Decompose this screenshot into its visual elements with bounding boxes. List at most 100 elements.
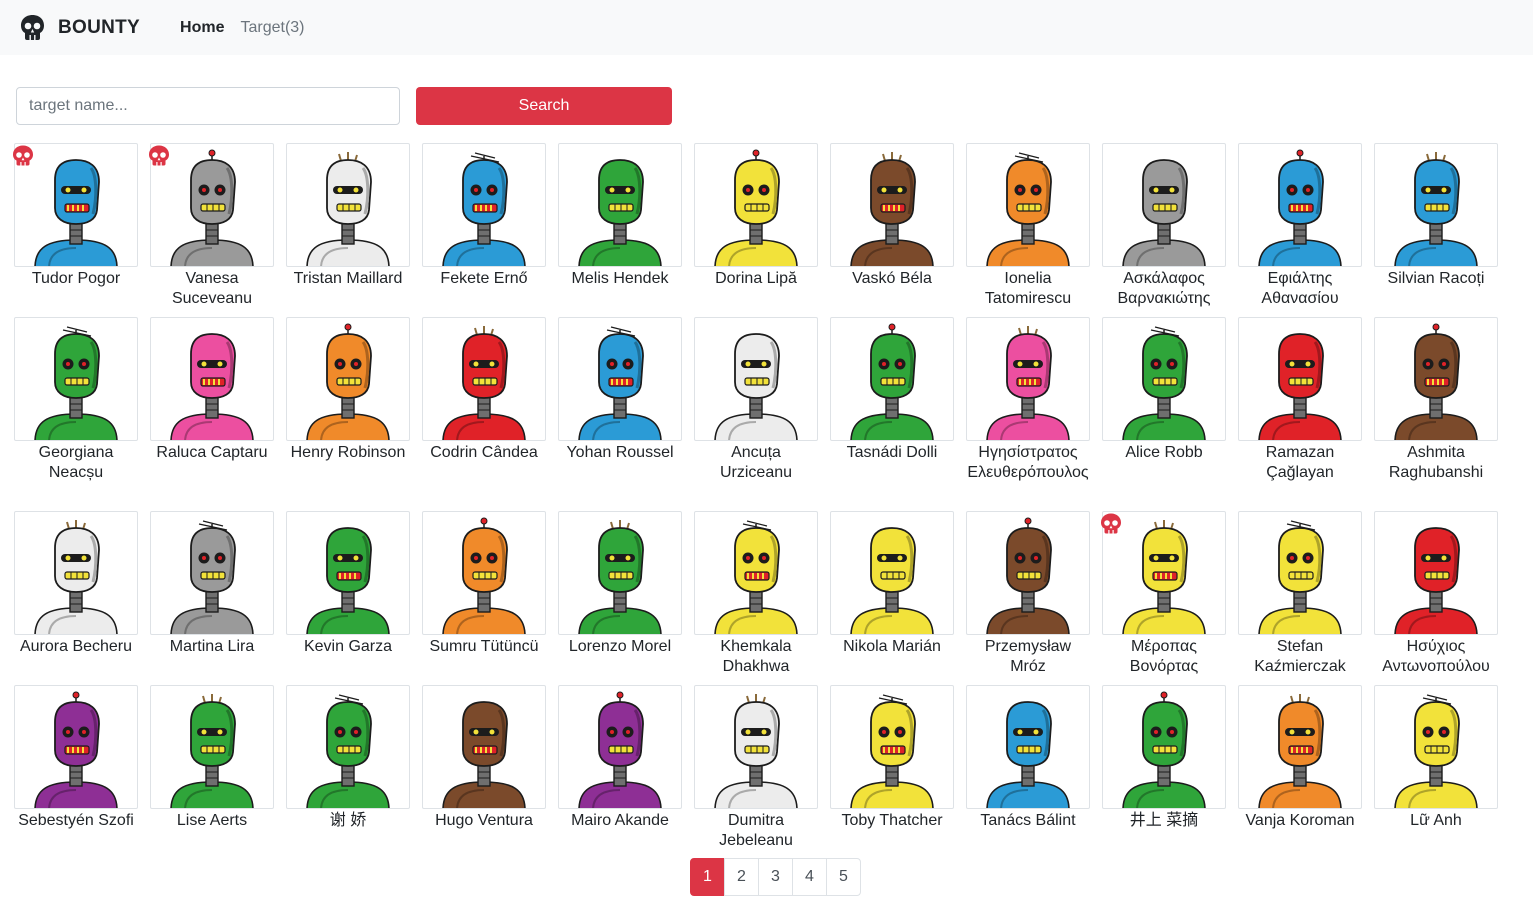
page-1-button[interactable]: 1 [690, 858, 725, 896]
target-card[interactable]: Henry Robinson [286, 317, 410, 463]
page-2-button[interactable]: 2 [724, 858, 759, 896]
search-input[interactable] [16, 87, 400, 125]
robot-avatar[interactable] [694, 511, 818, 635]
robot-avatar[interactable] [694, 685, 818, 809]
robot-avatar[interactable] [150, 317, 274, 441]
target-card[interactable]: Melis Hendek [558, 143, 682, 289]
robot-avatar[interactable] [1102, 317, 1226, 441]
robot-avatar[interactable] [694, 317, 818, 441]
robot-avatar[interactable] [422, 143, 546, 267]
target-card[interactable]: Fekete Ernő [422, 143, 546, 289]
target-card[interactable]: Nikola Marián [830, 511, 954, 657]
robot-avatar[interactable] [1374, 143, 1498, 267]
target-card[interactable]: 谢 娇 [286, 685, 410, 831]
nav-link-target[interactable]: Target(3) [240, 19, 304, 37]
page-3-button[interactable]: 3 [758, 858, 793, 896]
robot-avatar[interactable] [14, 317, 138, 441]
robot-icon [34, 520, 118, 634]
target-card[interactable]: Martina Lira [150, 511, 274, 657]
robot-avatar[interactable] [286, 685, 410, 809]
robot-avatar[interactable] [150, 685, 274, 809]
robot-avatar[interactable] [422, 511, 546, 635]
robot-avatar[interactable] [558, 685, 682, 809]
target-card[interactable]: Aurora Becheru [14, 511, 138, 657]
robot-avatar[interactable] [1374, 317, 1498, 441]
target-card[interactable]: Stefan Kaźmierczak [1238, 511, 1362, 676]
robot-icon [1258, 520, 1342, 634]
target-card[interactable]: Tudor Pogor [13, 143, 138, 289]
robot-avatar[interactable] [150, 511, 274, 635]
robot-avatar[interactable] [1238, 317, 1362, 441]
target-card[interactable]: Toby Thatcher [830, 685, 954, 831]
target-card[interactable]: Vanesa Suceveanu [149, 143, 274, 308]
robot-avatar[interactable] [1102, 143, 1226, 267]
target-card[interactable]: Hugo Ventura [422, 685, 546, 831]
target-card[interactable]: Tristan Maillard [286, 143, 410, 289]
robot-avatar[interactable] [694, 143, 818, 267]
robot-avatar[interactable] [286, 511, 410, 635]
robot-avatar[interactable] [1238, 685, 1362, 809]
robot-avatar[interactable] [1374, 511, 1498, 635]
target-name: Codrin Cândea [430, 444, 538, 461]
robot-avatar[interactable] [966, 685, 1090, 809]
target-card[interactable]: Georgiana Neacșu [14, 317, 138, 482]
search-button[interactable]: Search [416, 87, 672, 125]
target-card[interactable]: Ησύχιος Αντωνοπούλου [1374, 511, 1498, 676]
robot-avatar[interactable] [558, 317, 682, 441]
robot-avatar[interactable] [830, 143, 954, 267]
target-card[interactable]: Vaskó Béla [830, 143, 954, 289]
target-card[interactable]: Khemkala Dhakhwa [694, 511, 818, 676]
target-card[interactable]: Ασκάλαφος Βαρνακιώτης [1102, 143, 1226, 308]
page-5-button[interactable]: 5 [826, 858, 861, 896]
target-card[interactable]: Vanja Koroman [1238, 685, 1362, 831]
robot-avatar[interactable] [1238, 143, 1362, 267]
robot-avatar[interactable] [1238, 511, 1362, 635]
brand-link[interactable]: BOUNTY [20, 14, 140, 41]
robot-avatar[interactable] [830, 685, 954, 809]
target-card[interactable]: Lữ Anh [1374, 685, 1498, 831]
robot-avatar[interactable] [422, 317, 546, 441]
target-card[interactable]: Μέροπας Βονόρτας [1101, 511, 1226, 676]
target-card[interactable]: Ionelia Tatomirescu [966, 143, 1090, 308]
robot-avatar[interactable] [286, 317, 410, 441]
robot-avatar[interactable] [286, 143, 410, 267]
page-4-button[interactable]: 4 [792, 858, 827, 896]
robot-avatar[interactable] [966, 143, 1090, 267]
target-name: Dumitra Jebeleanu [719, 812, 793, 849]
nav-link-home[interactable]: Home [180, 19, 224, 37]
target-card[interactable]: 井上 菜摘 [1102, 685, 1226, 831]
target-card[interactable]: Alice Robb [1102, 317, 1226, 463]
target-card[interactable]: Yohan Roussel [558, 317, 682, 463]
target-card[interactable]: Ramazan Çağlayan [1238, 317, 1362, 482]
robot-avatar[interactable] [966, 511, 1090, 635]
target-card[interactable]: Przemysław Mróz [966, 511, 1090, 676]
robot-avatar[interactable] [14, 685, 138, 809]
robot-avatar[interactable] [1102, 685, 1226, 809]
target-card[interactable]: Kevin Garza [286, 511, 410, 657]
target-card[interactable]: Tanács Bálint [966, 685, 1090, 831]
target-card[interactable]: Mairo Akande [558, 685, 682, 831]
target-card[interactable]: Ancuța Urziceanu [694, 317, 818, 482]
robot-avatar[interactable] [966, 317, 1090, 441]
target-card[interactable]: Sebestyén Szofi [14, 685, 138, 831]
target-card[interactable]: Dumitra Jebeleanu [694, 685, 818, 850]
target-card[interactable]: Sumru Tütüncü [422, 511, 546, 657]
robot-avatar[interactable] [422, 685, 546, 809]
target-card[interactable]: Lorenzo Morel [558, 511, 682, 657]
target-card[interactable]: Εφιάλτης Αθανασίου [1238, 143, 1362, 308]
robot-avatar[interactable] [830, 317, 954, 441]
target-card[interactable]: Ashmita Raghubanshi [1374, 317, 1498, 482]
target-card[interactable]: Lise Aerts [150, 685, 274, 831]
target-card[interactable]: Silvian Racoți [1374, 143, 1498, 289]
target-card[interactable]: Ηγησίστρατος Ελευθερόπουλος [966, 317, 1090, 482]
robot-avatar[interactable] [830, 511, 954, 635]
robot-avatar[interactable] [558, 143, 682, 267]
robot-avatar[interactable] [558, 511, 682, 635]
target-card[interactable]: Codrin Cândea [422, 317, 546, 463]
robot-avatar[interactable] [14, 511, 138, 635]
robot-avatar[interactable] [1374, 685, 1498, 809]
target-card[interactable]: Raluca Captaru [150, 317, 274, 463]
target-card[interactable]: Tasnádi Dolli [830, 317, 954, 463]
target-name: Vanesa Suceveanu [171, 270, 253, 307]
target-card[interactable]: Dorina Lipă [694, 143, 818, 289]
